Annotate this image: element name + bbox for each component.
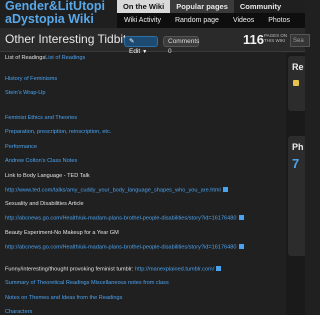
wiki-title[interactable]: Gender&LitUtopi aDystopia Wiki <box>5 0 105 26</box>
sidebar-panel-recent: Re <box>288 56 305 111</box>
wiki-title-line2[interactable]: aDystopia Wiki <box>5 13 105 26</box>
edit-button[interactable]: ✎ Edit ▼ <box>124 36 158 55</box>
beauty-url-link[interactable]: http://abcnews.go.com/Health/uk-madam-pl… <box>5 244 244 251</box>
tab-community[interactable]: Community <box>234 0 287 13</box>
pencil-icon: ✎ <box>129 38 135 45</box>
page-count: 116 <box>243 32 264 47</box>
panel-heading: Re <box>292 62 304 72</box>
tab-popular-pages[interactable]: Popular pages <box>170 0 234 13</box>
page-count-label: PAGES ON THIS WIKI <box>264 33 288 43</box>
tab-on-the-wiki[interactable]: On the Wiki <box>117 0 171 13</box>
sexuality-url-link[interactable]: http://abcnews.go.com/Health/uk-madam-pl… <box>5 215 244 222</box>
photo-count: 7 <box>292 156 300 171</box>
list-of-readings-link[interactable]: List of Readings <box>45 55 85 61</box>
link-preparation[interactable]: Preparation, prescription, reinscription… <box>5 129 111 135</box>
sexuality-label: Sexuality and Disabilities Article <box>5 201 84 207</box>
article-content: List of ReadingsList of Readings History… <box>0 53 285 315</box>
top-nav: On the Wiki Popular pages Community <box>117 0 287 13</box>
search-input[interactable]: Sea <box>290 34 310 47</box>
sexuality-url[interactable]: http://abcnews.go.com/Health/uk-madam-pl… <box>5 216 237 222</box>
tumblr-url[interactable]: http://manexplained.tumblr.com/ <box>135 267 214 273</box>
sidebar-panel-photos: Ph 7 <box>288 136 305 256</box>
sub-nav: Wiki Activity Random page Videos Photos <box>117 13 305 28</box>
tumblr-line: Funny/interesting/thought provoking femi… <box>5 266 222 273</box>
list-title: List of Readings <box>5 55 46 61</box>
activity-icon <box>293 80 299 86</box>
page-title: Other Interesting Tidbits <box>5 32 133 46</box>
link-performance[interactable]: Performance <box>5 144 37 150</box>
subtab-wiki-activity[interactable]: Wiki Activity <box>117 13 168 28</box>
ted-url[interactable]: http://www.ted.com/talks/amy_cuddy_your_… <box>5 188 221 194</box>
wiki-header: Gender&LitUtopi aDystopia Wiki On the Wi… <box>0 0 305 28</box>
panel-heading: Ph <box>292 142 304 152</box>
page-titlebar: Other Interesting Tidbits ✎ Edit ▼ Commen… <box>0 28 310 55</box>
link-feminist-ethics[interactable]: Feminist Ethics and Theories <box>5 115 77 121</box>
ted-label: Link to Body Language - TED Talk <box>5 173 90 179</box>
beauty-url[interactable]: http://abcnews.go.com/Health/uk-madam-pl… <box>5 245 237 251</box>
page-count-label-line2: THIS WIKI <box>264 38 286 43</box>
subtab-random-page[interactable]: Random page <box>168 13 226 28</box>
link-summary-theoretical[interactable]: Summary of Theoretical Readings Miscella… <box>5 280 169 286</box>
right-sidebar: Re Ph 7 <box>286 53 305 315</box>
ted-url-link[interactable]: http://www.ted.com/talks/amy_cuddy_your_… <box>5 187 228 194</box>
link-andrew-colton-notes[interactable]: Andrew Colton's Class Notes <box>5 158 77 164</box>
external-link-icon <box>238 215 244 220</box>
link-characters[interactable]: Characters <box>5 309 32 315</box>
link-history-of-feminisms[interactable]: History of Feminisms <box>5 76 57 82</box>
list-of-readings-line: List of ReadingsList of Readings <box>5 55 85 61</box>
subtab-photos[interactable]: Photos <box>261 13 297 28</box>
subtab-videos[interactable]: Videos <box>226 13 261 28</box>
beauty-label: Beauty Experiment-No Makeup for a Year G… <box>5 230 119 236</box>
comments-button[interactable]: Comments 0 <box>163 36 200 55</box>
link-notes-themes[interactable]: Notes on Themes and Ideas from the Readi… <box>5 295 122 301</box>
link-steins-wrap-up[interactable]: Stein's Wrap-Up <box>5 90 45 96</box>
comments-label: Comments <box>168 38 200 45</box>
external-link-icon <box>238 244 244 249</box>
external-link-icon <box>216 266 222 271</box>
tumblr-label: Funny/interesting/thought provoking femi… <box>5 266 135 273</box>
external-link-icon <box>222 187 228 192</box>
